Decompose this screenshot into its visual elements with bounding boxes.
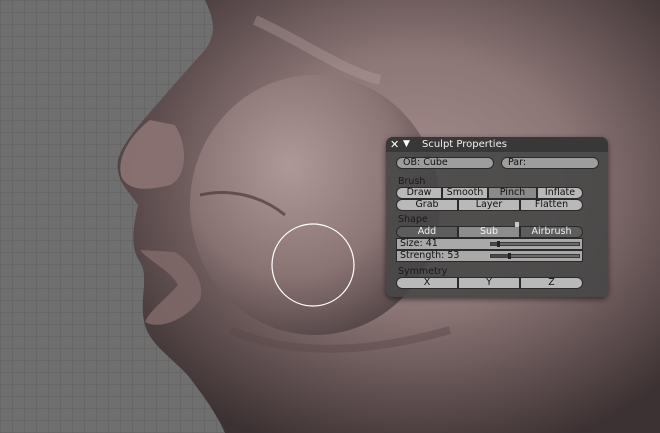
brush-flatten-button[interactable]: Flatten <box>520 199 583 211</box>
panel-title: Sculpt Properties <box>422 139 507 150</box>
brush-layer-button[interactable]: Layer <box>458 199 520 211</box>
brush-pinch-button[interactable]: Pinch <box>488 187 537 199</box>
brush-section-label: Brush <box>398 176 426 187</box>
symmetry-x-button[interactable]: X <box>396 277 458 289</box>
brush-inflate-button[interactable]: Inflate <box>537 187 583 199</box>
triangle-down-icon[interactable]: ▼ <box>403 138 410 151</box>
symmetry-section-label: Symmetry <box>398 266 448 277</box>
brush-draw-button[interactable]: Draw <box>396 187 442 199</box>
strength-slider-track[interactable] <box>490 253 580 259</box>
mouse-pointer-marker <box>515 222 519 227</box>
strength-slider-knob[interactable] <box>507 253 511 259</box>
size-slider[interactable]: Size: 41 <box>396 238 583 250</box>
shape-airbrush-button[interactable]: Airbrush <box>520 226 583 238</box>
parent-field[interactable]: Par: <box>501 157 599 169</box>
size-slider-track[interactable] <box>490 241 580 247</box>
strength-slider-fill <box>491 255 509 257</box>
brush-grab-button[interactable]: Grab <box>396 199 458 211</box>
size-slider-knob[interactable] <box>497 241 501 247</box>
shape-add-button[interactable]: Add <box>396 226 458 238</box>
symmetry-y-button[interactable]: Y <box>458 277 520 289</box>
brush-smooth-button[interactable]: Smooth <box>442 187 488 199</box>
sculpt-properties-panel: ✕ ▼ Sculpt Properties OB: Cube Par: Brus… <box>386 137 608 297</box>
symmetry-z-button[interactable]: Z <box>520 277 583 289</box>
shape-sub-button[interactable]: Sub <box>458 226 520 238</box>
shape-section-label: Shape <box>398 214 428 225</box>
strength-slider[interactable]: Strength: 53 <box>396 250 583 262</box>
object-name-field[interactable]: OB: Cube <box>396 157 494 169</box>
x-icon[interactable]: ✕ <box>390 138 399 151</box>
strength-slider-label: Strength: 53 <box>400 250 460 261</box>
panel-header[interactable]: ✕ ▼ Sculpt Properties <box>386 137 608 152</box>
size-slider-label: Size: 41 <box>400 238 438 249</box>
